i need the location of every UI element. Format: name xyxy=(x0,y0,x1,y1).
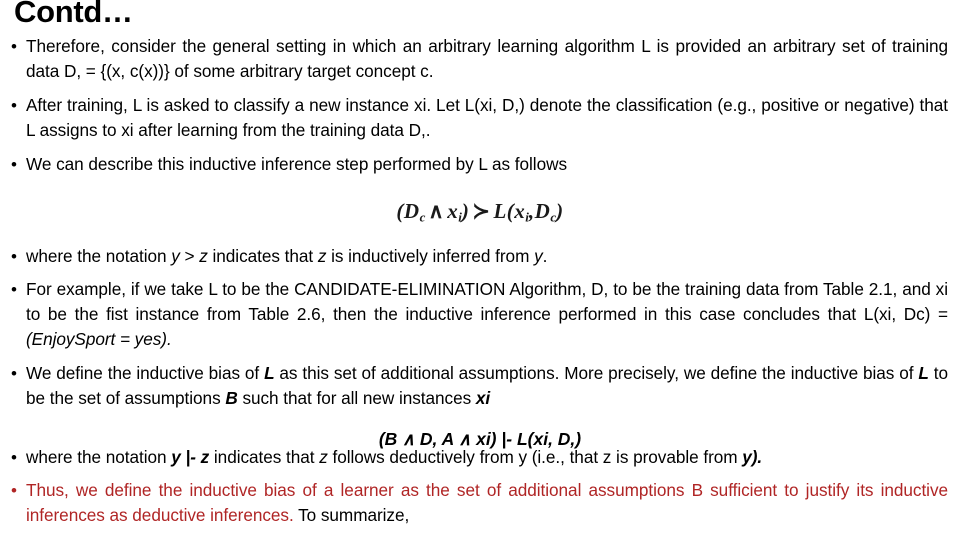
formula-token-8: L xyxy=(493,199,507,223)
list-item: • We can describe this inductive inferen… xyxy=(0,152,960,177)
deductive-inference-formula: (B ∧ D, A ∧ xi) |- L(xi, D,) xyxy=(378,429,582,449)
text-run-1: To summarize, xyxy=(298,505,410,525)
formula-token-10: x xyxy=(514,199,526,223)
bullet-glyph-icon: • xyxy=(11,280,17,299)
bullet-glyph-icon: • xyxy=(11,96,17,115)
bullet-glyph-icon: • xyxy=(11,37,17,56)
bullet-glyph-icon: • xyxy=(11,247,17,266)
list-item: • For example, if we take L to be the CA… xyxy=(0,277,960,352)
text-run-0: Therefore, consider the general setting … xyxy=(26,36,948,81)
text-run-1: L xyxy=(264,363,275,383)
text-run-2: > xyxy=(179,246,200,266)
text-run-7: y xyxy=(534,246,543,266)
list-item: • After training, L is asked to classify… xyxy=(0,93,960,143)
formula-token-13: D xyxy=(534,199,551,223)
text-run-7: xi xyxy=(475,388,491,408)
bullet-text-thus-summary: Thus, we define the inductive bias of a … xyxy=(26,478,948,528)
bullet-text-therefore: Therefore, consider the general setting … xyxy=(26,34,948,84)
text-run-6: is inductively inferred from xyxy=(326,246,535,266)
text-run-0: Thus, we define the inductive bias of a … xyxy=(26,480,948,525)
slide-canvas: Contd… • Therefore, consider the general… xyxy=(0,0,960,540)
text-run-3: L xyxy=(918,363,929,383)
text-run-1: y xyxy=(171,246,180,266)
bullet-text-define-bias: We define the inductive bias of L as thi… xyxy=(26,361,948,411)
bullet-text-after-training: After training, L is asked to classify a… xyxy=(26,93,948,143)
text-run-2: as this set of additional assumptions. M… xyxy=(274,363,919,383)
list-item: • Thus, we define the inductive bias of … xyxy=(0,478,960,528)
bullet-text-notation-inductive: where the notation y > z indicates that … xyxy=(26,244,948,269)
list-item: • We define the inductive bias of L as t… xyxy=(0,361,960,411)
text-run-3: z xyxy=(199,246,208,266)
text-run-0: where the notation xyxy=(26,246,172,266)
text-run-5: B xyxy=(225,388,238,408)
inductive-inference-formula: (Dc ∧ xi) ≻ L(xi,Dc) xyxy=(0,196,960,233)
text-run-0: We define the inductive bias of xyxy=(26,363,265,383)
formula-token-4: x xyxy=(447,199,459,223)
text-run-0: After training, L is asked to classify a… xyxy=(26,95,948,140)
text-run-0: For example, if we take L to be the CAND… xyxy=(26,279,948,324)
text-run-0: We can describe this inductive inference… xyxy=(26,154,567,174)
text-run-6: such that for all new instances xyxy=(237,388,476,408)
slide-body: • Therefore, consider the general settin… xyxy=(0,34,960,535)
bullet-glyph-icon: • xyxy=(11,481,17,500)
bullet-glyph-icon: • xyxy=(11,364,17,383)
list-item: • where the notation y > z indicates tha… xyxy=(0,244,960,269)
bullet-glyph-icon: • xyxy=(11,155,17,174)
text-run-1: (EnjoySport = yes). xyxy=(26,329,172,349)
formula-token-0: ( xyxy=(396,199,404,223)
bullet-text-example: For example, if we take L to be the CAND… xyxy=(26,277,948,352)
page-title: Contd… xyxy=(14,0,133,29)
formula-token-7: ≻ xyxy=(472,199,491,223)
text-run-4: indicates that xyxy=(207,246,318,266)
list-item: • Therefore, consider the general settin… xyxy=(0,34,960,84)
text-run-8: . xyxy=(542,246,548,266)
formula-token-3: ∧ xyxy=(428,199,445,223)
formula-token-15: ) xyxy=(556,199,564,223)
formula-token-1: D xyxy=(403,199,420,223)
bullet-text-describe: We can describe this inductive inference… xyxy=(26,152,948,177)
